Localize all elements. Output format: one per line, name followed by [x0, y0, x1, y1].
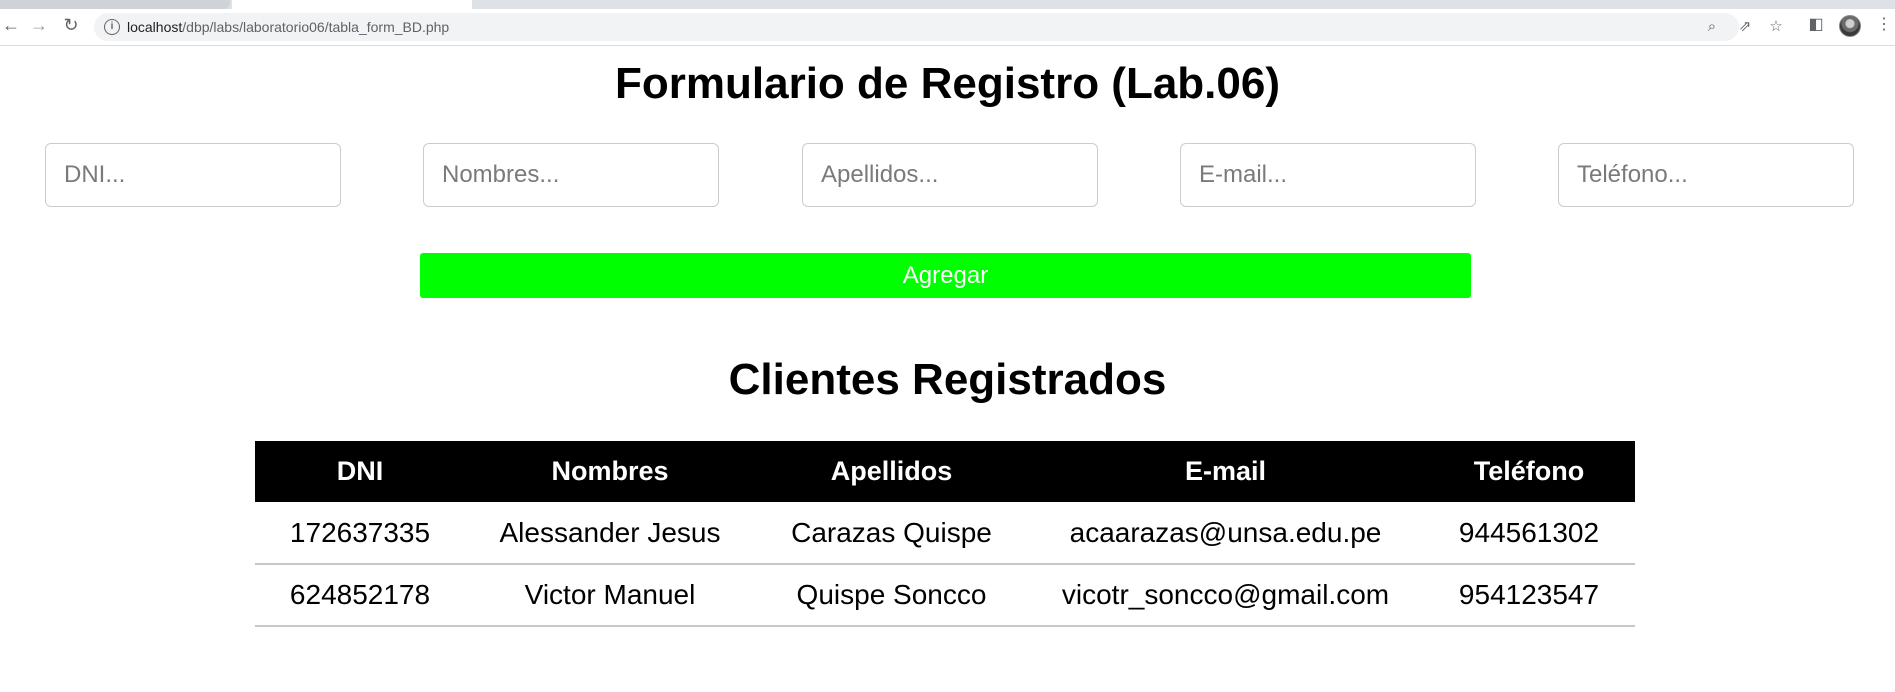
site-info-icon[interactable]: i: [104, 19, 120, 35]
column-header-dni: DNI: [255, 441, 465, 502]
share-icon[interactable]: ⇗: [1735, 17, 1755, 37]
table-row: 624852178 Victor Manuel Quispe Soncco vi…: [255, 564, 1635, 627]
column-header-telefono: Teléfono: [1423, 441, 1635, 502]
back-arrow-icon[interactable]: ←: [0, 14, 22, 36]
nombres-input[interactable]: [423, 143, 719, 207]
profile-avatar[interactable]: [1839, 15, 1861, 37]
cell-dni: 172637335: [255, 502, 465, 565]
cell-email: acaarazas@unsa.edu.pe: [1028, 502, 1423, 565]
dni-input[interactable]: [45, 143, 341, 207]
reload-icon[interactable]: ↻: [60, 14, 82, 36]
form-title: Formulario de Registro (Lab.06): [615, 59, 1280, 108]
browser-tab-inactive[interactable]: [0, 0, 230, 9]
email-input[interactable]: [1180, 143, 1476, 207]
menu-kebab-icon[interactable]: ⋮: [1873, 14, 1895, 36]
table-row: 172637335 Alessander Jesus Carazas Quisp…: [255, 502, 1635, 565]
bookmark-star-icon[interactable]: ☆: [1766, 17, 1786, 37]
browser-tab-active[interactable]: [232, 0, 472, 9]
forward-arrow-icon[interactable]: →: [28, 14, 50, 36]
clientes-table: DNI Nombres Apellidos E-mail Teléfono 17…: [255, 441, 1635, 627]
table-header-row: DNI Nombres Apellidos E-mail Teléfono: [255, 441, 1635, 502]
cell-telefono: 944561302: [1423, 502, 1635, 565]
apellidos-input[interactable]: [802, 143, 1098, 207]
page-content: Formulario de Registro (Lab.06) Agregar …: [0, 47, 1895, 692]
url-path: /dbp/labs/laboratorio06/tabla_form_BD.ph…: [182, 19, 450, 35]
cell-nombres: Alessander Jesus: [465, 502, 755, 565]
cell-nombres: Victor Manuel: [465, 564, 755, 627]
cell-dni: 624852178: [255, 564, 465, 627]
cell-apellidos: Carazas Quispe: [755, 502, 1028, 565]
side-panel-icon[interactable]: ◧: [1805, 14, 1827, 36]
browser-tab-inactive[interactable]: [474, 0, 1895, 9]
column-header-email: E-mail: [1028, 441, 1423, 502]
tab-strip: [0, 0, 1895, 9]
clientes-title: Clientes Registrados: [728, 355, 1167, 404]
cell-apellidos: Quispe Soncco: [755, 564, 1028, 627]
browser-chrome: ← → ↻ i localhost/dbp/labs/laboratorio06…: [0, 0, 1895, 46]
telefono-input[interactable]: [1558, 143, 1854, 207]
agregar-button[interactable]: Agregar: [420, 253, 1471, 298]
zoom-icon[interactable]: ⌕: [1702, 17, 1722, 37]
url-host: localhost: [127, 19, 183, 35]
cell-email: vicotr_soncco@gmail.com: [1028, 564, 1423, 627]
address-bar[interactable]: i localhost/dbp/labs/laboratorio06/tabla…: [94, 13, 1783, 41]
cell-telefono: 954123547: [1423, 564, 1635, 627]
column-header-apellidos: Apellidos: [755, 441, 1028, 502]
column-header-nombres: Nombres: [465, 441, 755, 502]
url-text[interactable]: localhost/dbp/labs/laboratorio06/tabla_f…: [127, 19, 449, 35]
